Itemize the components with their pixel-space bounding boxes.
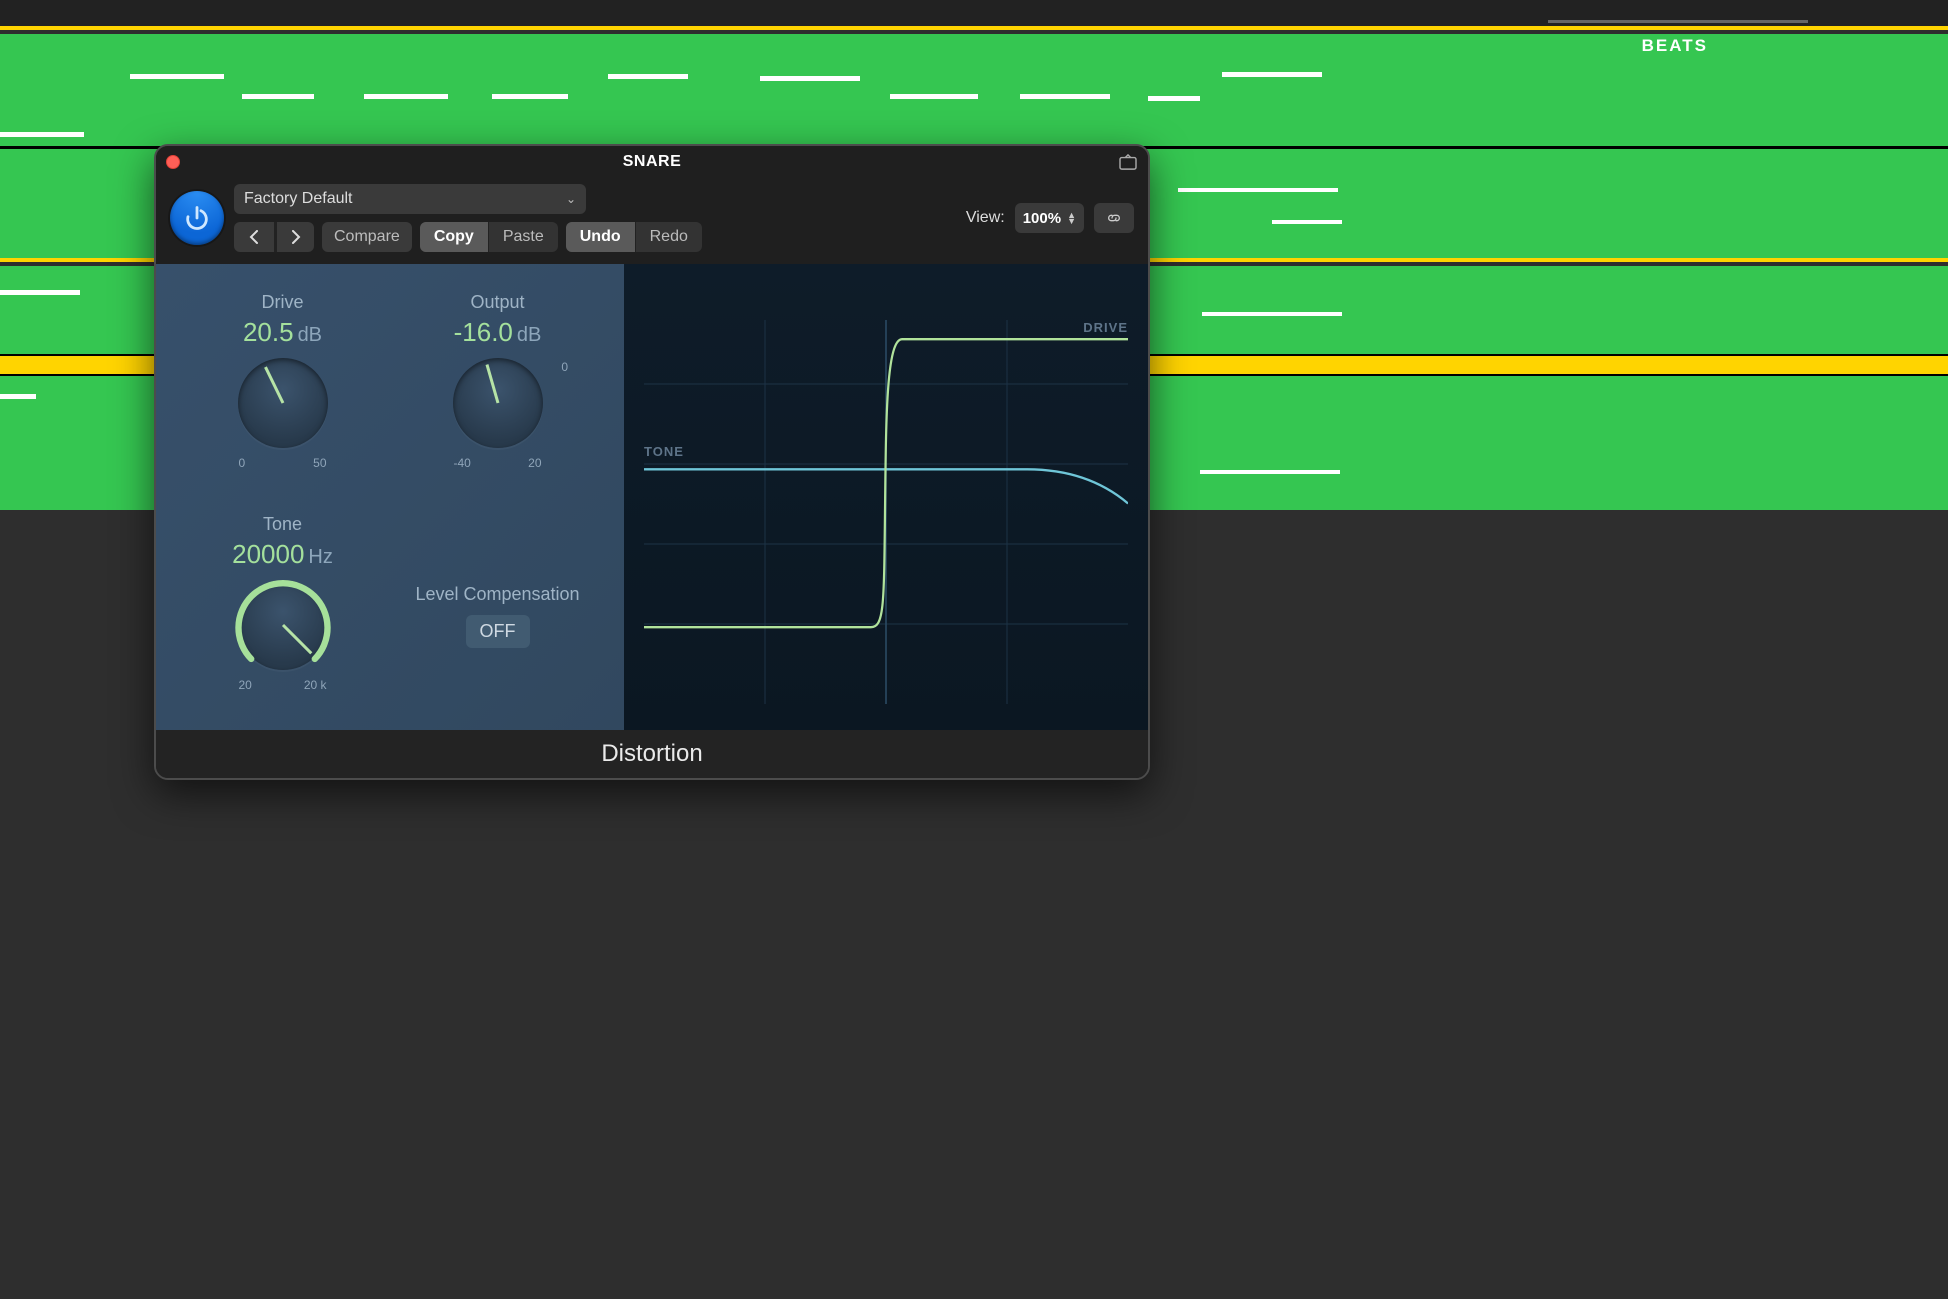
power-button[interactable]	[170, 191, 224, 245]
output-label: Output	[470, 292, 524, 313]
ruler-mark	[1548, 20, 1808, 23]
copy-paste-group: Copy Paste	[420, 222, 558, 252]
output-knob[interactable]	[453, 358, 543, 448]
link-button[interactable]	[1094, 203, 1134, 233]
graph-tone-label: TONE	[644, 444, 684, 459]
paste-button[interactable]: Paste	[488, 222, 558, 252]
close-button[interactable]	[166, 155, 180, 169]
drive-max: 50	[313, 456, 326, 470]
preset-nav	[234, 222, 314, 252]
plugin-name-footer: Distortion	[156, 730, 1148, 778]
level-comp-toggle[interactable]: OFF	[466, 615, 530, 648]
chevron-down-icon: ⌄	[566, 192, 576, 206]
plugin-window[interactable]: SNARE Factory Default ⌄	[154, 144, 1150, 780]
window-title: SNARE	[623, 153, 682, 171]
output-min: -40	[454, 456, 471, 470]
graph-panel: DRIVE TONE	[624, 264, 1148, 730]
zoom-value: 100%	[1023, 210, 1061, 227]
window-titlebar[interactable]: SNARE	[156, 146, 1148, 178]
controls-panel: Drive 20.5dB 0 50 Output -16.0dB	[156, 264, 624, 730]
chevron-right-icon	[290, 230, 302, 244]
tone-min: 20	[239, 678, 252, 692]
plugin-name: Distortion	[601, 740, 702, 768]
drive-knob[interactable]	[238, 358, 328, 448]
output-value: -16.0dB	[454, 317, 542, 348]
undo-redo-group: Undo Redo	[566, 222, 702, 252]
output-max: 20	[528, 456, 541, 470]
level-compensation-control: Level Compensation OFF	[393, 514, 602, 718]
drive-min: 0	[239, 456, 246, 470]
power-icon	[183, 204, 211, 232]
tone-control: Tone 20000Hz 20 20 k	[178, 514, 387, 718]
prev-preset-button[interactable]	[234, 222, 274, 252]
graph-svg	[644, 320, 1128, 704]
ruler-strip	[0, 0, 1948, 30]
compare-button[interactable]: Compare	[322, 222, 412, 252]
output-zero-tick: 0	[561, 360, 568, 374]
tone-knob[interactable]	[238, 580, 328, 670]
view-label: View:	[966, 209, 1005, 227]
drive-label: Drive	[261, 292, 303, 313]
level-comp-label: Level Compensation	[415, 584, 579, 605]
drive-value: 20.5dB	[243, 317, 322, 348]
plugin-toolbar: Factory Default ⌄ Compare Copy Paste	[156, 178, 1148, 264]
knob-pointer	[264, 366, 284, 403]
tone-value: 20000Hz	[232, 539, 333, 570]
next-preset-button[interactable]	[274, 222, 314, 252]
stepper-icon: ▲▼	[1067, 212, 1076, 224]
tone-label: Tone	[263, 514, 302, 535]
redo-button[interactable]: Redo	[635, 222, 702, 252]
tone-max: 20 k	[304, 678, 327, 692]
output-control: Output -16.0dB 0 -40 20	[393, 292, 602, 496]
preset-select[interactable]: Factory Default ⌄	[234, 184, 586, 214]
preset-name: Factory Default	[244, 190, 352, 208]
undo-button[interactable]: Undo	[566, 222, 635, 252]
plugin-body: Drive 20.5dB 0 50 Output -16.0dB	[156, 264, 1148, 730]
link-icon	[1106, 209, 1122, 227]
drive-control: Drive 20.5dB 0 50	[178, 292, 387, 496]
transfer-curve-graph: DRIVE TONE	[644, 320, 1128, 704]
copy-button[interactable]: Copy	[420, 222, 488, 252]
pop-out-button[interactable]	[1118, 153, 1138, 171]
zoom-select[interactable]: 100% ▲▼	[1015, 203, 1084, 233]
knob-pointer	[485, 364, 499, 403]
pop-out-icon	[1119, 154, 1137, 170]
graph-drive-label: DRIVE	[1083, 320, 1128, 335]
chevron-left-icon	[248, 230, 260, 244]
